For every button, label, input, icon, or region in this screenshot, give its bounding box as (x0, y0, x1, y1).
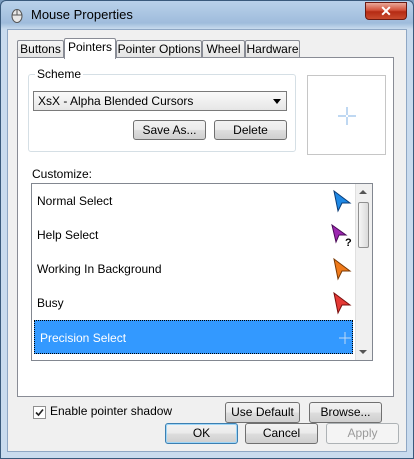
scroll-up-icon[interactable] (359, 190, 367, 194)
list-item[interactable]: Working In Background (32, 252, 354, 286)
cancel-button[interactable]: Cancel (245, 423, 318, 444)
svg-text:?: ? (345, 237, 352, 247)
scheme-dropdown[interactable]: XsX - Alpha Blended Cursors (33, 91, 287, 111)
scroll-thumb[interactable] (358, 202, 369, 248)
pointers-panel: Scheme XsX - Alpha Blended Cursors Save … (17, 57, 394, 423)
close-button[interactable]: ✕ (365, 2, 407, 20)
scheme-label: Scheme (35, 67, 84, 81)
title-bar[interactable]: Mouse Properties ✕ (1, 1, 413, 29)
cancel-label: Cancel (262, 426, 301, 440)
tab-buttons[interactable]: Buttons (17, 40, 64, 58)
tab-label: Pointer Options (117, 42, 201, 56)
save-as-button[interactable]: Save As... (133, 120, 206, 140)
checkmark-icon (35, 408, 44, 417)
customize-label: Customize: (32, 167, 93, 181)
scheme-group: Scheme XsX - Alpha Blended Cursors Save … (28, 67, 296, 152)
pointer-shadow-label: Enable pointer shadow (50, 404, 173, 418)
use-default-label: Use Default (231, 405, 294, 419)
save-as-label: Save As... (142, 123, 197, 137)
mouse-icon (11, 9, 23, 23)
list-item-label: Help Select (37, 228, 99, 242)
mouse-properties-window: Mouse Properties ✕ Buttons Pointers Poin… (0, 0, 414, 459)
list-item[interactable]: Normal Select (32, 184, 354, 218)
dialog-client: Buttons Pointers Pointer Options Wheel H… (7, 29, 407, 452)
tab-pointer-options[interactable]: Pointer Options (116, 40, 202, 58)
scheme-selected-value: XsX - Alpha Blended Cursors (38, 94, 194, 108)
orange-working-cursor-icon (333, 257, 352, 281)
window-title: Mouse Properties (31, 7, 133, 22)
tab-label: Pointers (67, 40, 113, 54)
ok-button[interactable]: OK (165, 423, 238, 444)
list-item-selected[interactable]: Precision Select (34, 320, 353, 354)
list-item[interactable]: Help Select ? (32, 218, 354, 252)
list-item-label: Normal Select (37, 194, 113, 208)
tab-label: Hardware (246, 42, 299, 56)
delete-label: Delete (233, 123, 268, 137)
chevron-down-icon (273, 99, 281, 104)
tab-label: Buttons (20, 42, 61, 56)
delete-button[interactable]: Delete (214, 120, 287, 140)
list-item-label: Precision Select (40, 331, 127, 345)
list-scrollbar[interactable] (355, 184, 372, 360)
tab-pointers[interactable]: Pointers (64, 38, 116, 59)
cursor-preview (307, 75, 386, 155)
list-item[interactable]: Busy (32, 286, 354, 320)
crosshair-icon (339, 332, 351, 344)
tab-wheel[interactable]: Wheel (202, 40, 245, 58)
apply-label: Apply (347, 426, 378, 440)
list-item-label: Busy (37, 296, 64, 310)
tab-label: Wheel (206, 42, 241, 56)
close-icon: ✕ (380, 3, 392, 19)
browse-button[interactable]: Browse... (309, 402, 382, 423)
use-default-button[interactable]: Use Default (225, 402, 300, 423)
tab-hardware[interactable]: Hardware (245, 40, 300, 58)
list-item-label: Working In Background (37, 262, 162, 276)
scroll-down-icon[interactable] (359, 350, 367, 354)
apply-button[interactable]: Apply (326, 423, 399, 444)
ok-label: OK (192, 426, 211, 440)
crosshair-preview-icon (338, 107, 356, 125)
browse-label: Browse... (320, 405, 371, 419)
purple-help-cursor-icon: ? (331, 223, 352, 247)
pointer-shadow-checkbox[interactable] (33, 406, 46, 419)
cursor-list[interactable]: Normal Select Help Select ? Working In B… (31, 183, 373, 361)
blue-arrow-cursor-icon (333, 189, 352, 213)
red-busy-cursor-icon (333, 291, 352, 315)
